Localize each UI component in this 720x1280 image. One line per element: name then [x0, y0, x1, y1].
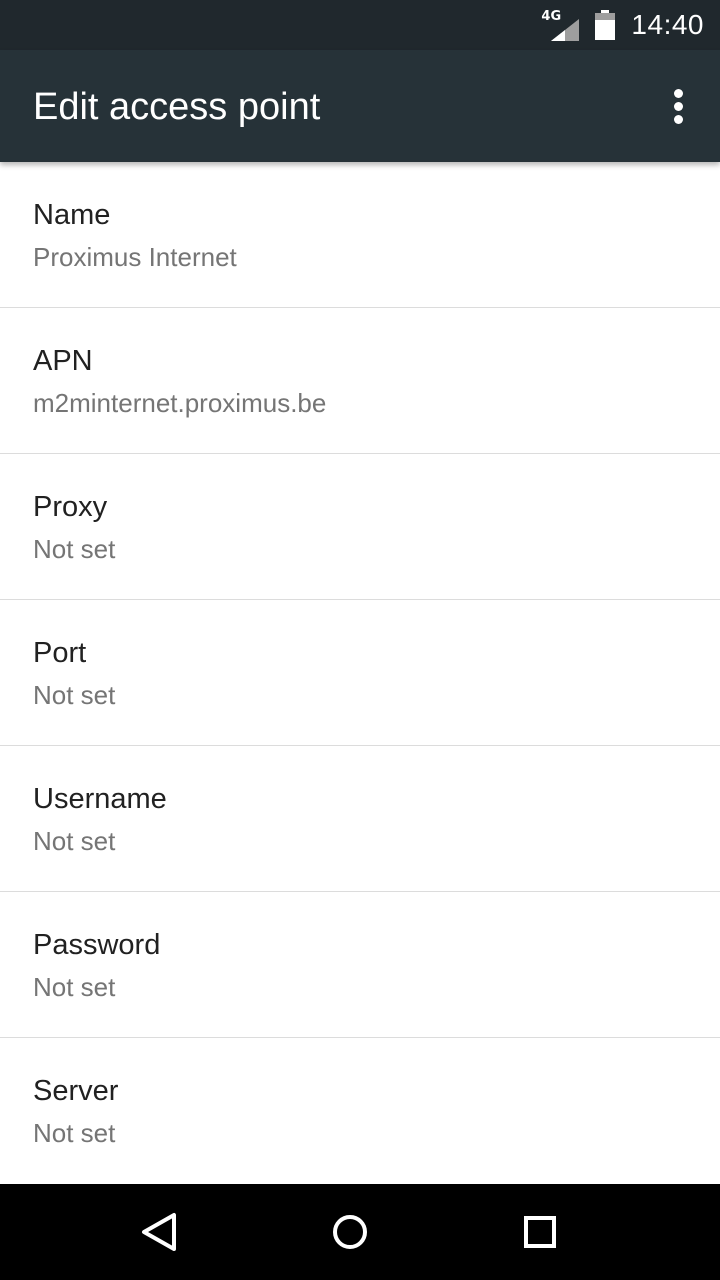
more-vert-icon-dot — [673, 114, 683, 124]
setting-title: Name — [33, 199, 111, 231]
page-title: Edit access point — [33, 86, 321, 128]
back-button[interactable] — [136, 1208, 184, 1256]
setting-username[interactable]: Username Not set — [0, 746, 720, 892]
setting-title: Password — [33, 929, 161, 961]
home-button[interactable] — [326, 1208, 374, 1256]
settings-list: Name Proximus Internet APN m2minternet.p… — [0, 162, 720, 1184]
more-options-button[interactable] — [656, 82, 700, 130]
setting-port[interactable]: Port Not set — [0, 600, 720, 746]
navigation-bar — [0, 1184, 720, 1280]
setting-value: Not set — [33, 534, 116, 564]
setting-apn[interactable]: APN m2minternet.proximus.be — [0, 308, 720, 454]
setting-title: Proxy — [33, 491, 108, 523]
setting-proxy[interactable]: Proxy Not set — [0, 454, 720, 600]
signal-indicator: 4G — [541, 9, 580, 41]
status-time: 14:40 — [631, 9, 704, 40]
more-vert-icon-dot — [673, 101, 683, 111]
setting-server[interactable]: Server Not set — [0, 1038, 720, 1184]
setting-value: Not set — [33, 680, 116, 710]
setting-title: Port — [33, 637, 87, 669]
home-icon — [333, 1215, 367, 1249]
setting-name[interactable]: Name Proximus Internet — [0, 162, 720, 308]
more-vert-icon — [673, 88, 683, 98]
setting-title: APN — [33, 345, 93, 377]
setting-value: m2minternet.proximus.be — [33, 388, 327, 418]
setting-value: Not set — [33, 826, 116, 856]
setting-password[interactable]: Password Not set — [0, 892, 720, 1038]
setting-title: Username — [33, 783, 167, 815]
signal-icon — [551, 19, 580, 41]
setting-value: Not set — [33, 1118, 116, 1148]
setting-value: Not set — [33, 972, 116, 1002]
recents-icon — [524, 1216, 556, 1248]
status-bar: 4G 14:40 — [0, 0, 720, 50]
setting-value: Proximus Internet — [33, 242, 237, 272]
app-bar: Edit access point — [0, 50, 720, 162]
setting-title: Server — [33, 1075, 119, 1107]
battery-icon — [595, 10, 616, 40]
back-icon — [142, 1213, 176, 1251]
recents-button[interactable] — [516, 1208, 564, 1256]
screen: 4G 14:40 Edit access point Name Proximus… — [0, 0, 720, 1280]
